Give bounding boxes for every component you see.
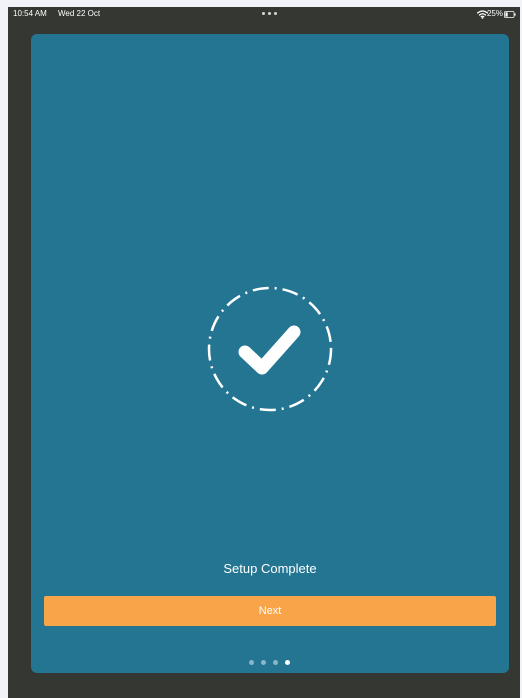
setup-complete-title: Setup Complete (223, 561, 317, 576)
page-dot-1[interactable] (249, 660, 254, 665)
device-screen: 10:54 AM Wed 22 Oct 25% Setup Complete N… (8, 7, 520, 698)
status-bar: 10:54 AM Wed 22 Oct 25% (8, 7, 520, 21)
battery-percentage: 25% (486, 9, 503, 18)
page-dot-3[interactable] (273, 660, 278, 665)
page-dot-4[interactable] (285, 660, 290, 665)
checkmark-icon (207, 286, 333, 412)
status-time: 10:54 AM (13, 9, 47, 18)
battery-icon (504, 11, 516, 18)
more-dots-icon[interactable] (262, 12, 278, 16)
page-dot-2[interactable] (261, 660, 266, 665)
page-indicator (249, 660, 293, 666)
status-date: Wed 22 Oct (58, 9, 101, 18)
setup-card: Setup Complete Next (31, 34, 509, 673)
next-button[interactable]: Next (44, 596, 496, 626)
